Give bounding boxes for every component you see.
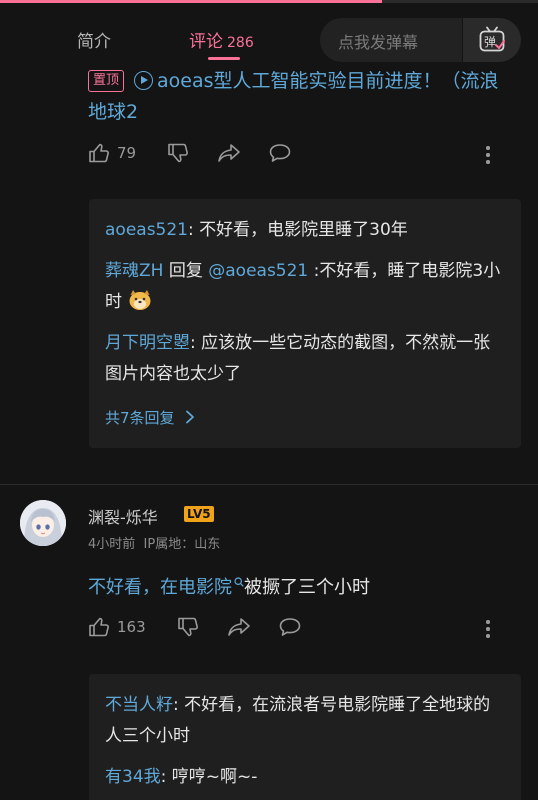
- thumb-up-icon: [89, 143, 109, 163]
- more-options-button[interactable]: [484, 146, 492, 168]
- reply-username[interactable]: 有34我: [105, 767, 161, 787]
- tab-comments-label: 评论: [189, 32, 223, 52]
- reply-item[interactable]: 有34我: 哼哼~啊~-: [105, 762, 505, 793]
- reply-item[interactable]: 不当人籽: 不好看，在流浪者号电影院睡了全地球的人三个小时: [105, 690, 505, 752]
- view-all-replies-label: 共7条回复: [105, 409, 175, 427]
- share-icon: [218, 144, 240, 162]
- comment-bubble-icon: [279, 618, 301, 636]
- pinned-badge: 置顶: [88, 70, 125, 92]
- like-button[interactable]: 79: [88, 142, 136, 164]
- avatar[interactable]: [20, 500, 66, 546]
- reply-button[interactable]: [278, 616, 302, 638]
- reply-item[interactable]: 葬魂ZH 回复 @aoeas521 :不好看，睡了电影院3小时: [105, 256, 505, 318]
- comment-divider: [0, 484, 538, 485]
- like-count: 163: [117, 618, 146, 636]
- comment-author[interactable]: 渊裂-烁华: [88, 504, 158, 528]
- video-link-icon[interactable]: [134, 71, 154, 90]
- tab-comments[interactable]: 评论 286: [189, 27, 254, 52]
- reply-username[interactable]: 月下明空曌: [105, 333, 190, 353]
- like-button[interactable]: 163: [88, 616, 146, 638]
- comment-ip-location: IP属地：山东: [143, 537, 221, 552]
- reply-username[interactable]: 葬魂ZH: [105, 261, 163, 281]
- comment-time: 4小时前: [88, 537, 136, 552]
- dislike-button[interactable]: [167, 142, 189, 164]
- reply-username[interactable]: aoeas521: [105, 220, 188, 240]
- pinned-actions: 79: [88, 142, 508, 172]
- reply-button[interactable]: [268, 142, 292, 164]
- comment-text: 不好看，在电影院 被撅了三个小时: [88, 573, 370, 599]
- level-badge: LV5: [184, 506, 214, 522]
- comments-count: 286: [227, 35, 254, 51]
- thumb-down-icon: [168, 143, 188, 163]
- chevron-right-icon: [186, 410, 195, 424]
- reply-text: : 不好看，电影院里睡了30年: [188, 220, 408, 240]
- share-button[interactable]: [227, 616, 251, 638]
- replies-panel: aoeas521: 不好看，电影院里睡了30年 葬魂ZH 回复 @aoeas52…: [89, 199, 521, 448]
- pinned-comment-text: 置顶 aoeas型人工智能实验目前进度！（流浪地球2: [88, 66, 508, 128]
- danmaku-toggle-icon: 弹: [479, 26, 505, 52]
- view-all-replies-link[interactable]: 共7条回复: [105, 407, 195, 428]
- search-icon: [234, 577, 244, 587]
- reply-username[interactable]: 不当人籽: [105, 695, 173, 715]
- tab-intro[interactable]: 简介: [77, 27, 111, 52]
- thumb-up-icon: [89, 617, 109, 637]
- search-keyword-link[interactable]: 不好看，在电影院: [88, 577, 232, 598]
- svg-text:弹: 弹: [484, 35, 496, 49]
- more-options-button[interactable]: [484, 620, 492, 642]
- share-button[interactable]: [217, 142, 241, 164]
- danmaku-input[interactable]: 点我发弹幕 弹: [320, 18, 521, 62]
- anime-avatar-icon: [20, 500, 66, 546]
- comment-body: 被撅了三个小时: [244, 577, 370, 598]
- comment-bubble-icon: [269, 144, 291, 162]
- doge-emoji-icon: [129, 290, 151, 310]
- reply-text: : 哼哼~啊~-: [160, 767, 258, 787]
- tab-active-indicator: [208, 57, 240, 60]
- reply-mention[interactable]: @aoeas521: [208, 261, 308, 281]
- reply-item[interactable]: 月下明空曌: 应该放一些它动态的截图，不然就一张图片内容也太少了: [105, 328, 505, 390]
- like-count: 79: [117, 144, 137, 162]
- danmaku-toggle-button[interactable]: 弹: [462, 18, 521, 62]
- share-icon: [228, 618, 250, 636]
- replies-panel: 不当人籽: 不好看，在流浪者号电影院睡了全地球的人三个小时 有34我: 哼哼~啊…: [89, 674, 521, 800]
- dislike-button[interactable]: [177, 616, 199, 638]
- reply-item[interactable]: aoeas521: 不好看，电影院里睡了30年: [105, 215, 505, 246]
- reply-connector: 回复: [163, 261, 209, 281]
- thumb-down-icon: [178, 617, 198, 637]
- comment-meta: 4小时前 IP属地：山东: [88, 533, 220, 552]
- comment-actions: 163: [88, 616, 508, 646]
- danmaku-placeholder: 点我发弹幕: [338, 33, 419, 52]
- tab-bar: 简介 评论 286 点我发弹幕 弹: [0, 3, 538, 69]
